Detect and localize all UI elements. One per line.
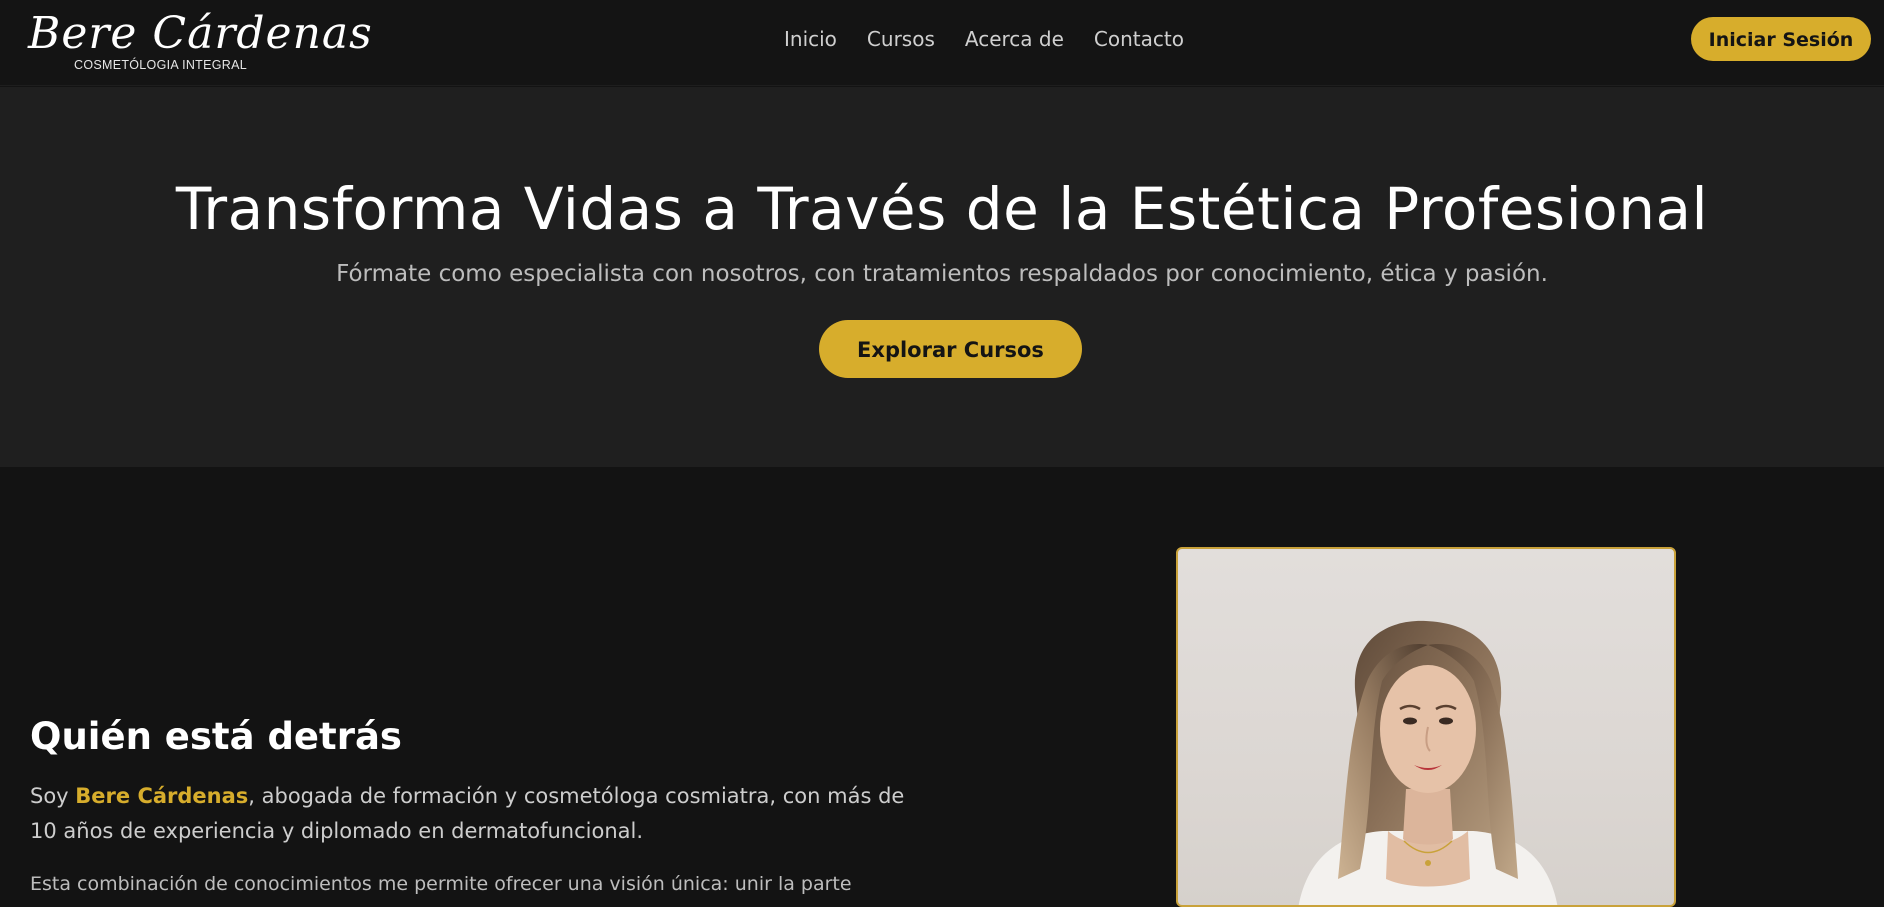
portrait-illustration [1298,620,1558,905]
nav-item-acerca-de[interactable]: Acerca de [965,24,1064,54]
site-header: Bere Cárdenas COSMETÓLOGIA INTEGRAL Inic… [0,0,1884,86]
hero-title: Transforma Vidas a Través de la Estética… [175,175,1709,243]
about-paragraph-2: Esta combinación de conocimientos me per… [30,873,852,895]
about-intro-prefix: Soy [30,784,76,808]
login-button[interactable]: Iniciar Sesión [1691,17,1871,61]
logo-script-text: Bere Cárdenas [28,8,373,59]
main-nav: Inicio Cursos Acerca de Contacto [784,24,1184,54]
nav-item-contacto[interactable]: Contacto [1094,24,1184,54]
about-title: Quién está detrás [30,715,402,758]
brand-logo[interactable]: Bere Cárdenas COSMETÓLOGIA INTEGRAL [28,6,372,78]
about-intro-name: Bere Cárdenas [75,784,249,808]
hero-subtitle: Fórmate como especialista con nosotros, … [336,261,1548,287]
hero-section: Transforma Vidas a Través de la Estética… [0,87,1884,467]
nav-item-cursos[interactable]: Cursos [867,24,935,54]
about-intro: Soy Bere Cárdenas, abogada de formación … [30,779,930,849]
logo-subtitle: COSMETÓLOGIA INTEGRAL [74,58,247,72]
portrait-photo [1176,547,1676,907]
nav-item-inicio[interactable]: Inicio [784,24,837,54]
explore-courses-button[interactable]: Explorar Cursos [819,320,1082,378]
